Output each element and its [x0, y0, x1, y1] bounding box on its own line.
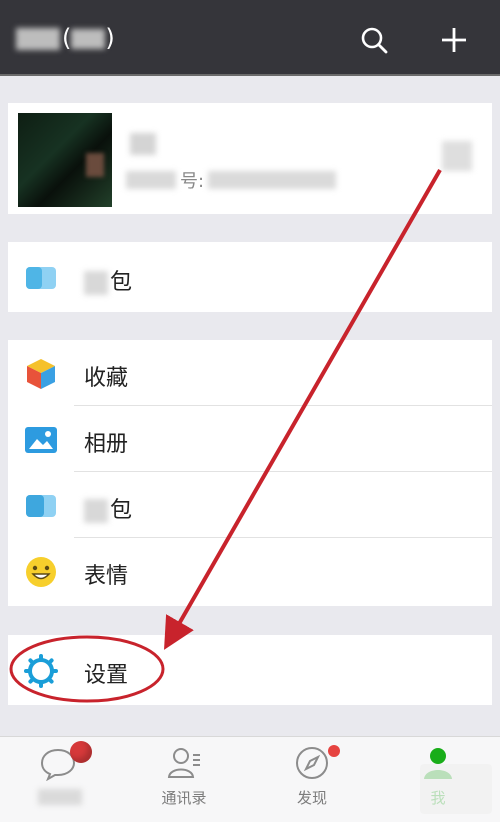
- album-label: 相册: [84, 432, 129, 457]
- wallet-label-redacted: [84, 271, 108, 295]
- contacts-icon: [167, 748, 200, 778]
- tab-discover[interactable]: 发现: [262, 745, 362, 815]
- favorites-label: 收藏: [84, 366, 129, 391]
- discover-badge: [328, 745, 340, 757]
- page-title: (): [16, 24, 115, 52]
- cards-label-redacted: [84, 499, 108, 523]
- tab-chats[interactable]: [8, 741, 108, 815]
- wallet-icon: [26, 267, 56, 289]
- profile-name-redacted: [130, 133, 156, 155]
- profile-card[interactable]: 号:: [8, 103, 492, 214]
- tab-label-redacted: [38, 789, 82, 805]
- photo-icon: [25, 427, 57, 453]
- tab-contacts-label: 通讯录: [161, 789, 207, 807]
- top-bar: (): [0, 0, 500, 76]
- wallet-section: 包: [8, 242, 492, 312]
- profile-id-line: 号:: [126, 165, 337, 195]
- watermark: [420, 764, 492, 814]
- cube-icon: [27, 359, 55, 389]
- menu-item-cards[interactable]: 包: [8, 472, 492, 538]
- qr-code-icon[interactable]: [442, 141, 472, 171]
- smiley-icon: [26, 557, 56, 587]
- services-section: 收藏 相册 包 表情: [8, 340, 492, 606]
- plus-icon[interactable]: [438, 24, 470, 56]
- gear-icon: [24, 654, 58, 688]
- title-count-redacted: [71, 29, 106, 49]
- settings-section: 设置: [8, 635, 492, 705]
- card-wallet-icon: [26, 495, 56, 517]
- menu-item-settings[interactable]: 设置: [8, 637, 492, 703]
- stickers-label: 表情: [84, 564, 129, 589]
- search-icon[interactable]: [358, 24, 390, 56]
- id-label: 号:: [180, 171, 205, 192]
- menu-item-album[interactable]: 相册: [8, 406, 492, 472]
- id-value-redacted: [208, 171, 337, 189]
- title-redacted: [16, 28, 60, 50]
- menu-item-wallet[interactable]: 包: [8, 244, 492, 310]
- compass-icon: [296, 747, 328, 779]
- tab-contacts[interactable]: 通讯录: [134, 745, 234, 815]
- menu-item-stickers[interactable]: 表情: [8, 538, 492, 604]
- unread-badge: [70, 741, 92, 763]
- menu-item-favorites[interactable]: 收藏: [8, 340, 492, 406]
- avatar: [18, 113, 112, 207]
- tab-discover-label: 发现: [296, 789, 327, 807]
- id-prefix-redacted: [126, 171, 176, 189]
- settings-label: 设置: [84, 663, 129, 688]
